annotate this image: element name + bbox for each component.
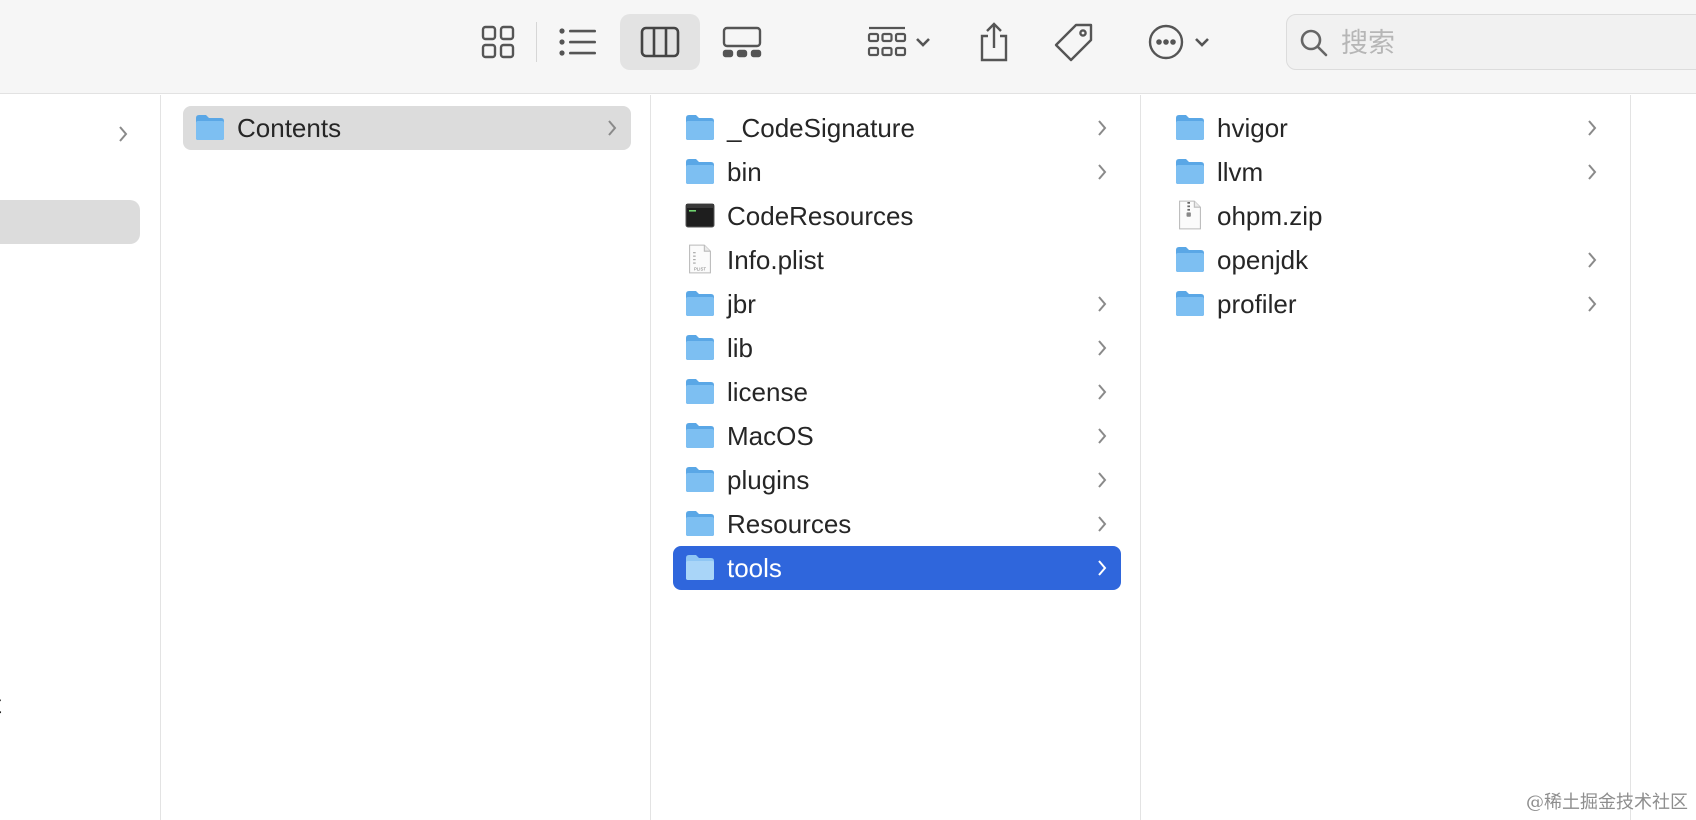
icon-view-icon	[481, 25, 515, 59]
folder-icon	[685, 290, 715, 317]
column-contents-children: _CodeSignaturebin CodeResources PLIST Info.…	[651, 95, 1141, 820]
list-item-bin[interactable]: bin	[673, 150, 1121, 194]
list-item-codesignature[interactable]: _CodeSignature	[673, 106, 1121, 150]
chevron-right-icon	[1097, 295, 1107, 313]
list-view-icon	[559, 28, 596, 56]
folder-icon	[1175, 246, 1205, 273]
list-item-macos[interactable]: MacOS	[673, 414, 1121, 458]
item-label: MacOS	[727, 421, 814, 451]
zip-file-icon	[1177, 200, 1207, 230]
item-label: hvigor	[1217, 113, 1288, 143]
more-actions-icon	[1148, 24, 1184, 60]
share-icon	[980, 22, 1008, 62]
icon-view-button[interactable]	[470, 14, 526, 70]
folder-icon	[685, 378, 715, 405]
item-label: CodeResources	[727, 201, 914, 231]
chevron-right-icon	[1097, 163, 1107, 181]
toolbar-separator	[536, 22, 537, 62]
folder-icon	[1175, 290, 1205, 317]
chevron-right-icon	[1097, 515, 1107, 533]
column-contents: Contents	[161, 95, 651, 820]
column-parent[interactable]: t	[0, 95, 161, 820]
list-item-tools[interactable]: tools	[673, 546, 1121, 590]
item-label: license	[727, 377, 808, 407]
list-view-button[interactable]	[550, 14, 606, 70]
folder-icon	[685, 422, 715, 449]
share-button[interactable]	[968, 14, 1020, 70]
chevron-down-icon	[1195, 38, 1209, 47]
group-by-button[interactable]	[860, 14, 938, 70]
tag-icon	[1054, 23, 1093, 62]
column-tools-children: hvigor llvm ohpm.zip openjdk profiler	[1141, 95, 1631, 820]
list-item-profiler[interactable]: profiler	[1163, 282, 1611, 326]
item-label: openjdk	[1217, 245, 1309, 275]
folder-icon	[685, 554, 715, 581]
list-item-jbr[interactable]: jbr	[673, 282, 1121, 326]
chevron-right-icon	[1587, 163, 1597, 181]
chevron-right-icon	[1097, 383, 1107, 401]
search-input[interactable]	[1341, 23, 1681, 63]
item-label: jbr	[727, 289, 756, 319]
chevron-right-icon	[119, 126, 128, 142]
truncated-item-label: t	[0, 689, 1, 719]
list-item-license[interactable]: license	[673, 370, 1121, 414]
chevron-right-icon	[1097, 559, 1107, 577]
list-item-llvm[interactable]: llvm	[1163, 150, 1611, 194]
tag-button[interactable]	[1048, 14, 1100, 70]
folder-icon	[1175, 158, 1205, 185]
list-item-openjdk[interactable]: openjdk	[1163, 238, 1611, 282]
gallery-view-icon	[722, 26, 762, 58]
parent-selection-highlight[interactable]	[0, 200, 140, 244]
group-icon	[867, 26, 907, 57]
chevron-right-icon	[1587, 119, 1597, 137]
chevron-right-icon	[1097, 119, 1107, 137]
plist-file-icon: PLIST	[687, 244, 717, 274]
item-label: ohpm.zip	[1217, 201, 1323, 231]
list-item-coderesources[interactable]: CodeResources	[673, 194, 1121, 238]
list-item-resources[interactable]: Resources	[673, 502, 1121, 546]
item-label: lib	[727, 333, 754, 363]
item-label: Contents	[237, 113, 342, 143]
more-actions-button[interactable]	[1138, 14, 1220, 70]
item-label: tools	[727, 553, 782, 583]
folder-icon	[685, 158, 715, 185]
chevron-down-icon	[916, 38, 930, 47]
list-item-plugins[interactable]: plugins	[673, 458, 1121, 502]
chevron-right-icon	[607, 119, 617, 137]
toolbar	[0, 0, 1696, 94]
column-empty	[1631, 95, 1696, 820]
chevron-right-icon	[1587, 251, 1597, 269]
chevron-right-icon	[1097, 427, 1107, 445]
item-label: llvm	[1217, 157, 1264, 187]
item-label: Info.plist	[727, 245, 824, 275]
list-item-hvigor[interactable]: hvigor	[1163, 106, 1611, 150]
list-item-info-plist[interactable]: PLIST Info.plist	[673, 238, 1121, 282]
list-item-contents[interactable]: Contents	[183, 106, 631, 150]
item-label: Resources	[727, 509, 852, 539]
column-view-icon	[640, 26, 680, 58]
search-icon	[1300, 29, 1328, 57]
chevron-right-icon	[1587, 295, 1597, 313]
item-label: bin	[727, 157, 762, 187]
gallery-view-button[interactable]	[714, 14, 770, 70]
list-item-lib[interactable]: lib	[673, 326, 1121, 370]
svg-text:PLIST: PLIST	[694, 266, 706, 271]
item-label: profiler	[1217, 289, 1297, 319]
item-label: plugins	[727, 465, 810, 495]
list-item-ohpm-zip[interactable]: ohpm.zip	[1163, 194, 1611, 238]
chevron-right-icon	[1097, 471, 1107, 489]
folder-icon	[195, 114, 225, 141]
terminal-file-icon	[685, 202, 715, 229]
column-view-button[interactable]	[620, 14, 700, 70]
watermark: @稀土掘金技术社区	[1526, 792, 1688, 813]
chevron-right-icon	[1097, 339, 1107, 357]
search-field[interactable]	[1286, 14, 1696, 70]
folder-icon	[1175, 114, 1205, 141]
folder-icon	[685, 114, 715, 141]
folder-icon	[685, 334, 715, 361]
folder-icon	[685, 510, 715, 537]
item-label: _CodeSignature	[727, 113, 915, 143]
folder-icon	[685, 466, 715, 493]
